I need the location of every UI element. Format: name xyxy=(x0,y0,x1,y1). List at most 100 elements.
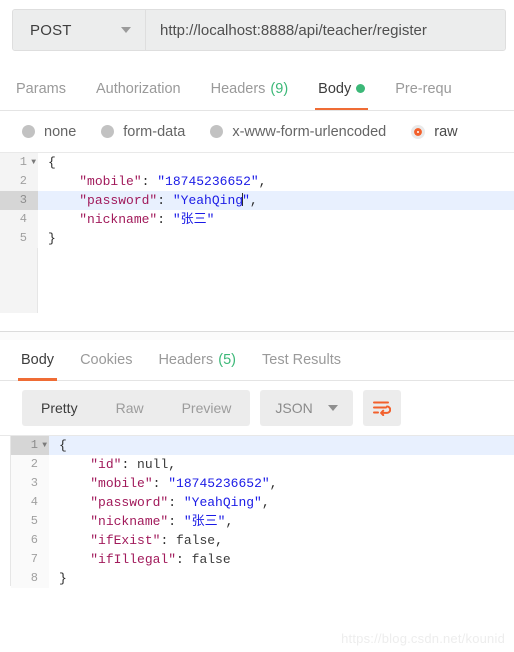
tab-authorization[interactable]: Authorization xyxy=(81,67,196,110)
code-text: "ifExist": false, xyxy=(90,533,223,548)
request-url-input[interactable]: http://localhost:8888/api/teacher/regist… xyxy=(146,10,505,50)
line-number: 3 xyxy=(11,474,49,493)
postman-window: POST http://localhost:8888/api/teacher/r… xyxy=(0,9,514,652)
response-tab-bar: Body Cookies Headers (5) Test Results xyxy=(0,340,514,381)
response-tab-cookies-label: Cookies xyxy=(80,352,133,368)
response-tab-body-label: Body xyxy=(21,352,55,368)
line-number: 7 xyxy=(11,550,49,569)
code-line[interactable]: 1 ▼ { xyxy=(11,436,514,455)
line-number: 8 xyxy=(11,569,49,588)
code-text: "id": null, xyxy=(90,457,177,472)
response-tab-test-results-label: Test Results xyxy=(262,352,341,368)
line-number: 1 ▼ xyxy=(11,436,49,455)
request-url-bar: POST http://localhost:8888/api/teacher/r… xyxy=(12,9,506,51)
request-body-editor[interactable]: 1 ▼{2 "mobile": "18745236652", 3 "password… xyxy=(0,153,514,313)
radio-form-data[interactable]: form-data xyxy=(101,124,185,140)
tab-params-label: Params xyxy=(16,80,66,97)
radio-raw[interactable]: raw xyxy=(411,123,458,140)
request-editor-lines: 1 ▼{2 "mobile": "18745236652", 3 "password… xyxy=(0,153,514,248)
http-method-label: POST xyxy=(30,21,72,39)
code-line[interactable]: 7 "ifIllegal": false xyxy=(11,550,514,569)
code-text: "password": "YeahQing", xyxy=(79,193,258,208)
code-line[interactable]: 4 "nickname": "张三" xyxy=(0,210,514,229)
radio-none-icon xyxy=(22,125,35,138)
code-line[interactable]: 5} xyxy=(0,229,514,248)
response-tab-headers-label: Headers xyxy=(158,352,214,368)
response-tab-headers-count: (5) xyxy=(218,352,236,368)
line-number: 6 xyxy=(11,531,49,550)
response-tab-body[interactable]: Body xyxy=(8,340,67,381)
watermark: https://blog.csdn.net/kounid xyxy=(341,631,505,646)
code-text: "ifIllegal": false xyxy=(90,552,231,567)
code-text: } xyxy=(59,571,67,586)
response-tab-headers[interactable]: Headers (5) xyxy=(145,340,249,380)
code-line[interactable]: 6 "ifExist": false, xyxy=(11,531,514,550)
tab-pre-request-script-label: Pre-requ xyxy=(395,80,452,97)
view-mode-raw[interactable]: Raw xyxy=(97,390,163,426)
code-line[interactable]: 8} xyxy=(11,569,514,588)
code-line[interactable]: 2 "id": null, xyxy=(11,455,514,474)
response-pane-top-spacer xyxy=(0,332,514,340)
code-text: { xyxy=(48,155,56,170)
tab-authorization-label: Authorization xyxy=(95,80,181,97)
response-view-mode-group: Pretty Raw Preview xyxy=(22,390,251,426)
code-line[interactable]: 2 "mobile": "18745236652", xyxy=(0,172,514,191)
code-line[interactable]: 3 "mobile": "18745236652", xyxy=(11,474,514,493)
code-text: } xyxy=(48,231,56,246)
response-body-area: 1 ▼{2 "id": null, 3 "mobile": "18745236652… xyxy=(0,435,514,588)
code-line[interactable]: 4 "password": "YeahQing", xyxy=(11,493,514,512)
request-tab-bar: Params Authorization Headers (9) Body Pr… xyxy=(0,67,514,111)
body-type-radio-group: none form-data x-www-form-urlencoded raw xyxy=(0,111,514,153)
code-text: "password": "YeahQing", xyxy=(90,495,270,510)
radio-none-label: none xyxy=(44,123,77,140)
code-text: "mobile": "18745236652", xyxy=(79,174,267,189)
tab-body[interactable]: Body xyxy=(303,67,380,110)
code-text: { xyxy=(59,438,67,453)
request-pane-spacer xyxy=(0,313,514,331)
tab-params[interactable]: Params xyxy=(14,67,81,110)
radio-x-www-form-urlencoded-label: x-www-form-urlencoded xyxy=(232,123,387,140)
code-line[interactable]: 1 ▼ { xyxy=(0,153,514,172)
response-format-toolbar: Pretty Raw Preview JSON xyxy=(0,381,514,435)
radio-raw-icon xyxy=(411,124,426,139)
line-number: 3 xyxy=(0,191,38,210)
tab-headers-label: Headers xyxy=(210,80,266,97)
line-number: 1 ▼ xyxy=(0,153,38,172)
line-number: 2 xyxy=(0,172,38,191)
word-wrap-icon xyxy=(373,401,392,416)
tab-pre-request-script[interactable]: Pre-requ xyxy=(380,67,466,110)
view-mode-pretty[interactable]: Pretty xyxy=(22,390,97,426)
response-body-editor[interactable]: 1 ▼{2 "id": null, 3 "mobile": "18745236652… xyxy=(11,436,514,588)
http-method-dropdown[interactable]: POST xyxy=(13,10,146,50)
word-wrap-button[interactable] xyxy=(362,390,401,426)
line-number: 2 xyxy=(11,455,49,474)
body-filled-indicator-icon xyxy=(356,84,366,93)
chevron-down-icon xyxy=(121,27,131,33)
radio-x-www-form-urlencoded-icon xyxy=(210,125,224,138)
tab-headers[interactable]: Headers (9) xyxy=(196,67,304,110)
line-number: 4 xyxy=(0,210,38,229)
radio-none[interactable]: none xyxy=(22,124,76,140)
view-mode-preview[interactable]: Preview xyxy=(163,390,251,426)
code-text: "nickname": "张三" xyxy=(79,212,215,227)
response-format-label: JSON xyxy=(275,400,313,416)
response-tab-cookies[interactable]: Cookies xyxy=(67,340,145,380)
radio-x-www-form-urlencoded[interactable]: x-www-form-urlencoded xyxy=(210,124,386,140)
chevron-down-icon xyxy=(327,405,338,411)
fold-arrow-icon[interactable]: ▼ xyxy=(38,436,47,455)
tab-headers-count: (9) xyxy=(270,80,289,97)
line-number: 4 xyxy=(11,493,49,512)
radio-form-data-icon xyxy=(101,125,115,138)
radio-raw-label: raw xyxy=(434,123,458,140)
tab-body-label: Body xyxy=(318,80,352,97)
code-text: "mobile": "18745236652", xyxy=(90,476,278,491)
response-format-dropdown[interactable]: JSON xyxy=(260,390,353,426)
response-tab-test-results[interactable]: Test Results xyxy=(249,340,354,380)
radio-form-data-label: form-data xyxy=(123,123,186,140)
code-line[interactable]: 3 "password": "YeahQing", xyxy=(0,191,514,210)
code-line[interactable]: 5 "nickname": "张三", xyxy=(11,512,514,531)
response-editor-lines: 1 ▼{2 "id": null, 3 "mobile": "18745236652… xyxy=(11,436,514,588)
line-number: 5 xyxy=(0,229,38,248)
code-text: "nickname": "张三", xyxy=(90,514,234,529)
fold-arrow-icon[interactable]: ▼ xyxy=(27,153,36,172)
